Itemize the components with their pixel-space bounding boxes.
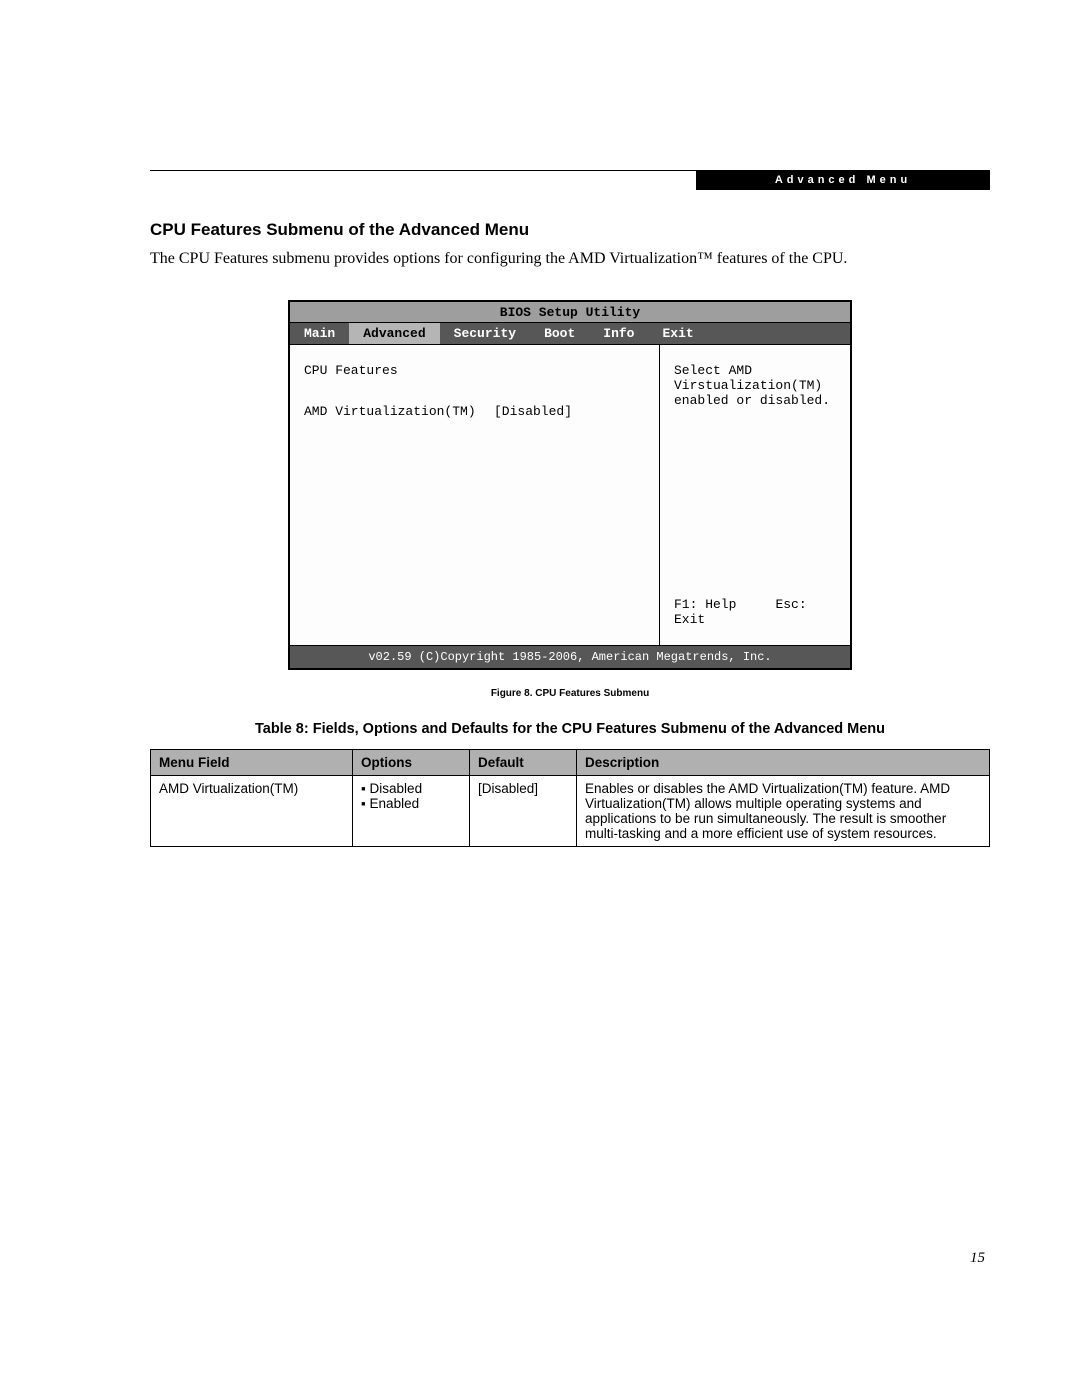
- bios-setting-row[interactable]: AMD Virtualization(TM) [Disabled]: [304, 404, 645, 419]
- cell-menu-field: AMD Virtualization(TM): [151, 775, 353, 846]
- cell-description: Enables or disables the AMD Virtualizati…: [577, 775, 990, 846]
- bios-footer-keys: F1: Help Esc: Exit: [674, 597, 836, 627]
- page-number: 15: [970, 1250, 985, 1267]
- header-badge: Advanced Menu: [696, 170, 990, 190]
- table-title: Table 8: Fields, Options and Defaults fo…: [150, 721, 990, 737]
- bios-setting-label: AMD Virtualization(TM): [304, 404, 494, 419]
- cell-options: Disabled Enabled: [353, 775, 470, 846]
- figure-caption: Figure 8. CPU Features Submenu: [150, 688, 990, 699]
- section-title: CPU Features Submenu of the Advanced Men…: [150, 220, 990, 240]
- bios-help-key: F1: Help: [674, 597, 736, 612]
- table-row: AMD Virtualization(TM) Disabled Enabled …: [151, 775, 990, 846]
- bios-tab-main[interactable]: Main: [290, 323, 349, 344]
- th-description: Description: [577, 749, 990, 775]
- bios-help-text: Select AMD Virstualization(TM) enabled o…: [674, 363, 836, 408]
- bios-window: BIOS Setup Utility Main Advanced Securit…: [288, 300, 852, 670]
- cell-default: [Disabled]: [470, 775, 577, 846]
- bios-tab-boot[interactable]: Boot: [530, 323, 589, 344]
- bios-tab-info[interactable]: Info: [589, 323, 648, 344]
- option-enabled: Enabled: [361, 796, 461, 811]
- bios-setting-value: [Disabled]: [494, 404, 572, 419]
- section-intro: The CPU Features submenu provides option…: [150, 248, 990, 270]
- bios-submenu-heading: CPU Features: [304, 363, 645, 378]
- th-menu-field: Menu Field: [151, 749, 353, 775]
- bios-tab-security[interactable]: Security: [440, 323, 530, 344]
- option-disabled: Disabled: [361, 781, 461, 796]
- options-table: Menu Field Options Default Description A…: [150, 749, 990, 847]
- bios-left-pane: CPU Features AMD Virtualization(TM) [Dis…: [290, 345, 660, 645]
- bios-right-pane: Select AMD Virstualization(TM) enabled o…: [660, 345, 850, 645]
- bios-copyright: v02.59 (C)Copyright 1985-2006, American …: [290, 645, 850, 668]
- bios-window-title: BIOS Setup Utility: [290, 302, 850, 323]
- th-options: Options: [353, 749, 470, 775]
- table-header-row: Menu Field Options Default Description: [151, 749, 990, 775]
- bios-tab-bar: Main Advanced Security Boot Info Exit: [290, 323, 850, 345]
- bios-tab-exit[interactable]: Exit: [649, 323, 708, 344]
- th-default: Default: [470, 749, 577, 775]
- bios-tab-advanced[interactable]: Advanced: [349, 323, 439, 344]
